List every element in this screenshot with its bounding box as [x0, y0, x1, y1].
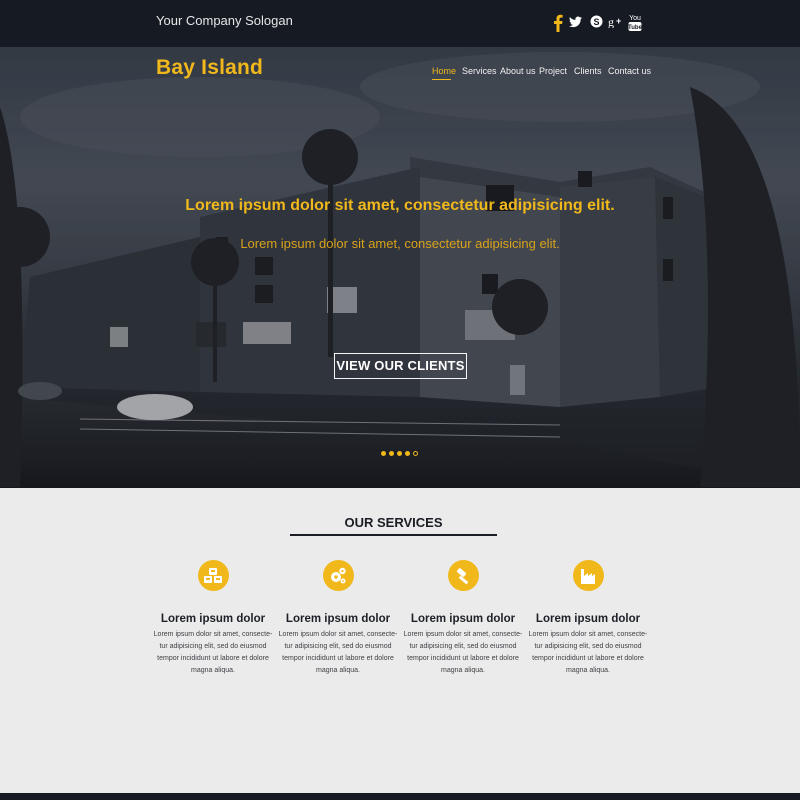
twitter-icon[interactable] — [569, 16, 582, 36]
service-title: Lorem ipsum dolor — [285, 613, 391, 625]
service-card: Lorem ipsum dolor Lorem ipsum dolor sit … — [273, 560, 403, 677]
svg-text:g: g — [608, 15, 614, 28]
cubes-icon — [197, 560, 229, 591]
hero-headline: Lorem ipsum dolor sit amet, consectetur … — [185, 197, 615, 214]
slider-dot-4[interactable] — [405, 451, 410, 456]
footer-bar — [0, 793, 800, 800]
service-card: Lorem ipsum dolor Lorem ipsum dolor sit … — [398, 560, 528, 677]
nav-home[interactable]: Home — [432, 66, 456, 76]
facebook-icon[interactable] — [553, 14, 563, 34]
skype-icon[interactable]: S — [590, 15, 603, 35]
slider-dot-1[interactable] — [381, 451, 386, 456]
youtube-icon[interactable]: You Tube — [628, 13, 642, 33]
service-description: Lorem ipsum dolor sit amet, consecte-tur… — [153, 631, 273, 674]
view-our-clients-button[interactable]: VIEW OUR CLIENTS — [334, 353, 467, 379]
service-title: Lorem ipsum dolor — [410, 613, 516, 625]
nav-contact-us[interactable]: Contact us — [608, 66, 651, 76]
gears-icon — [322, 560, 354, 591]
hero-subline: Lorem ipsum dolor sit amet, consectetur … — [240, 236, 560, 251]
youtube-you-text: You — [629, 15, 641, 22]
top-bar: Your Company Sologan S g + You Tube — [0, 0, 800, 47]
nav-project[interactable]: Project — [539, 66, 567, 76]
svg-text:Tube: Tube — [628, 25, 642, 31]
hero-background-image — [0, 47, 800, 488]
site-logo[interactable]: Bay Island — [156, 56, 263, 80]
service-description: Lorem ipsum dolor sit amet, consecte-tur… — [528, 631, 648, 674]
service-card: Lorem ipsum dolor Lorem ipsum dolor sit … — [523, 560, 653, 677]
svg-text:S: S — [593, 17, 599, 27]
slider-dot-5[interactable] — [413, 451, 418, 456]
gavel-icon — [447, 560, 479, 591]
nav-clients[interactable]: Clients — [574, 66, 602, 76]
nav-active-underline — [432, 79, 451, 80]
service-description: Lorem ipsum dolor sit amet, consecte-tur… — [278, 631, 398, 674]
services-heading: OUR SERVICES — [344, 515, 443, 530]
service-title: Lorem ipsum dolor — [535, 613, 641, 625]
google-plus-icon[interactable]: g + — [608, 15, 624, 35]
svg-text:+: + — [616, 16, 621, 26]
hero-slider: Lorem ipsum dolor sit amet, consectetur … — [0, 47, 800, 488]
company-slogan: Your Company Sologan — [156, 13, 293, 28]
service-description: Lorem ipsum dolor sit amet, consecte-tur… — [403, 631, 523, 674]
nav-about-us[interactable]: About us — [500, 66, 536, 76]
services-heading-underline — [290, 534, 497, 536]
service-card: Lorem ipsum dolor Lorem ipsum dolor sit … — [148, 560, 278, 677]
nav-services[interactable]: Services — [462, 66, 497, 76]
slider-dot-3[interactable] — [397, 451, 402, 456]
factory-icon — [572, 560, 604, 591]
service-title: Lorem ipsum dolor — [160, 613, 266, 625]
slider-dot-2[interactable] — [389, 451, 394, 456]
